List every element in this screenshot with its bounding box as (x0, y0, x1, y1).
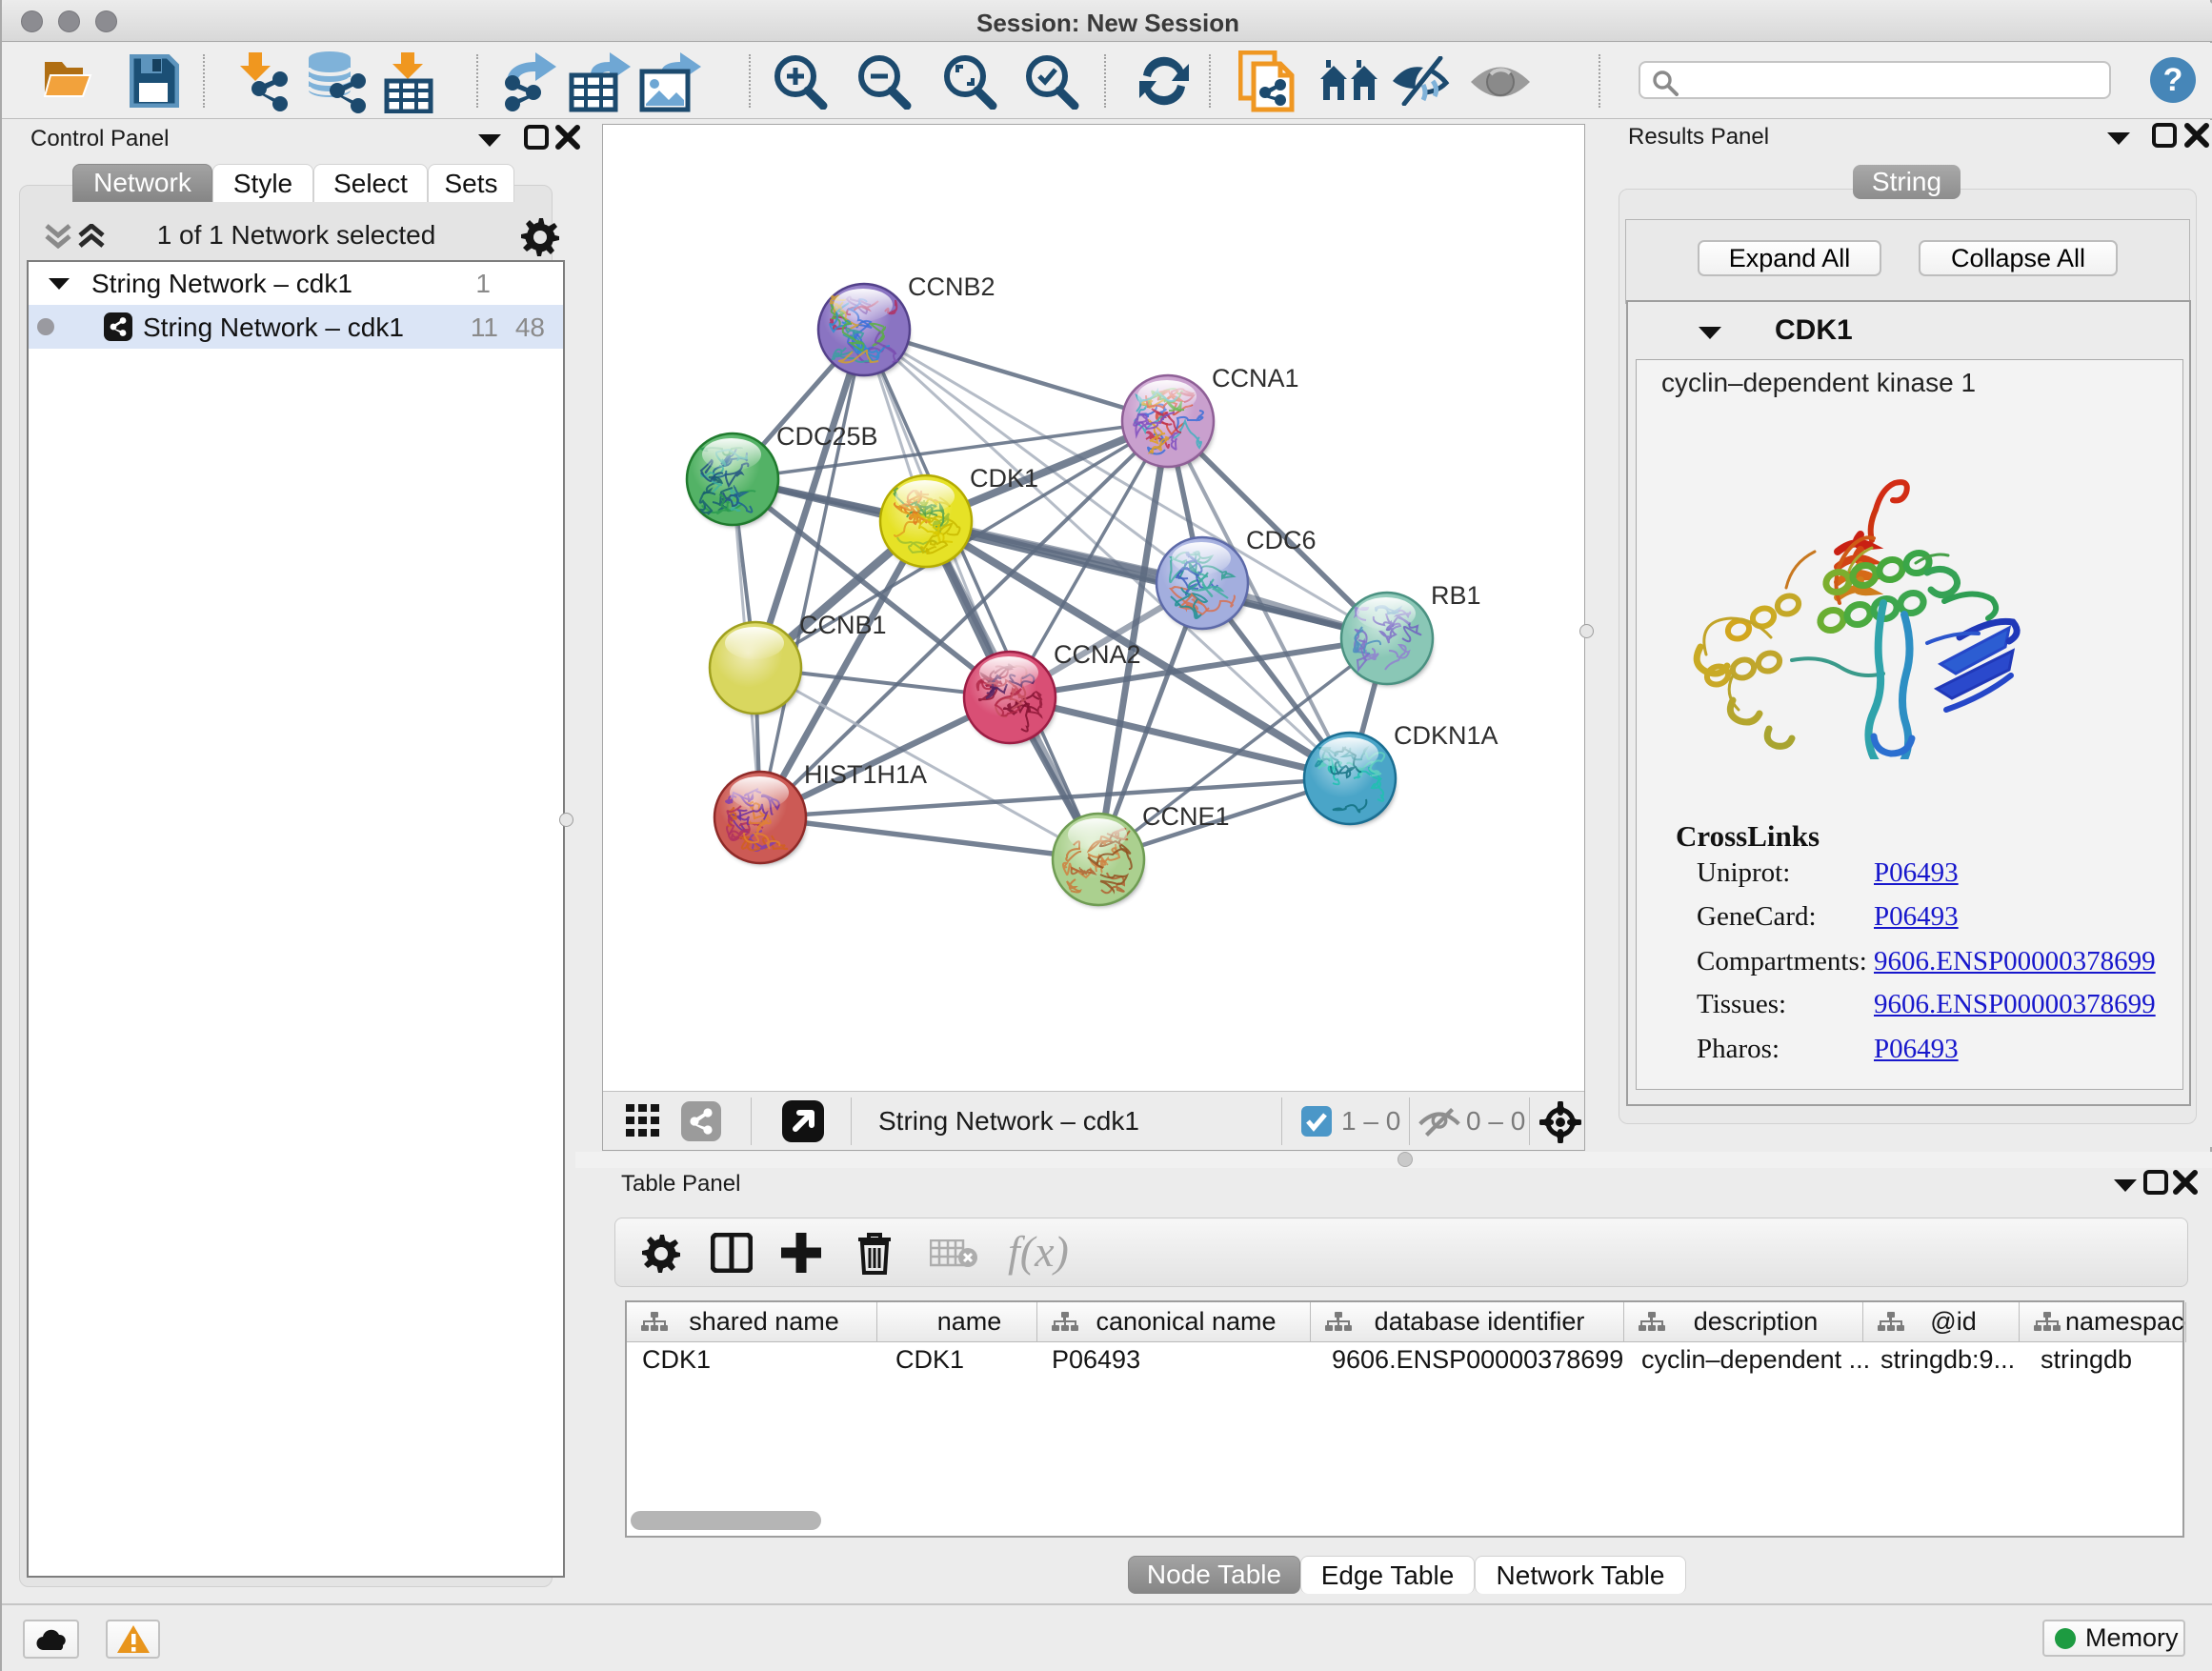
svg-text:CDKN1A: CDKN1A (1394, 721, 1498, 750)
svg-text:CCNA2: CCNA2 (1054, 640, 1141, 669)
svg-text:CCNB2: CCNB2 (908, 272, 995, 301)
svg-text:HIST1H1A: HIST1H1A (804, 760, 927, 789)
svg-text:CDC25B: CDC25B (776, 422, 878, 451)
svg-text:CDK1: CDK1 (970, 464, 1038, 493)
svg-text:CCNE1: CCNE1 (1142, 802, 1230, 831)
svg-text:CDC6: CDC6 (1246, 526, 1317, 554)
svg-text:RB1: RB1 (1431, 581, 1481, 610)
svg-text:CCNB1: CCNB1 (799, 611, 887, 639)
svg-text:?: ? (2163, 62, 2183, 98)
svg-text:CCNA1: CCNA1 (1212, 364, 1299, 393)
